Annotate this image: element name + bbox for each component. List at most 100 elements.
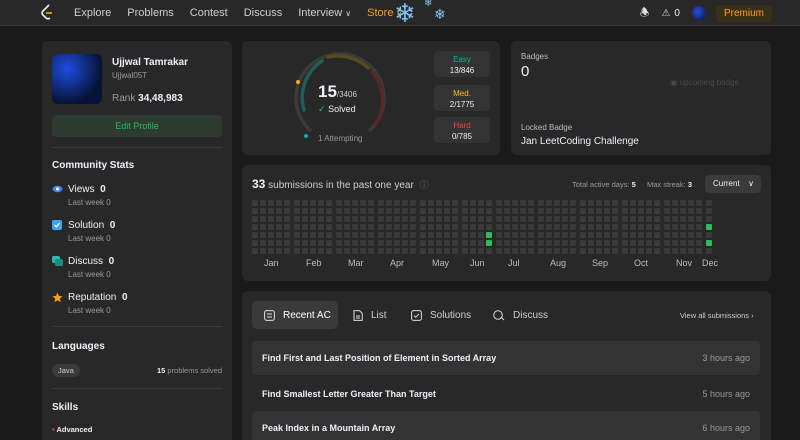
heatmap-cell[interactable] [302, 200, 308, 206]
heatmap-cell[interactable] [420, 240, 426, 246]
heatmap-cell[interactable] [622, 248, 628, 254]
heatmap-cell[interactable] [452, 200, 458, 206]
heatmap-cell[interactable] [462, 240, 468, 246]
heatmap-cell[interactable] [368, 216, 374, 222]
heatmap-cell[interactable] [368, 224, 374, 230]
heatmap-cell[interactable] [672, 224, 678, 230]
heatmap-cell[interactable] [630, 224, 636, 230]
heatmap-cell[interactable] [570, 208, 576, 214]
heatmap-cell[interactable] [284, 240, 290, 246]
heatmap-cell[interactable] [302, 208, 308, 214]
heatmap-cell[interactable] [554, 232, 560, 238]
heatmap-cell[interactable] [326, 232, 332, 238]
heatmap-cell[interactable] [546, 232, 552, 238]
heatmap-cell[interactable] [420, 208, 426, 214]
heatmap-cell[interactable] [268, 216, 274, 222]
heatmap-cell[interactable] [588, 224, 594, 230]
heatmap-cell[interactable] [318, 208, 324, 214]
language-tag[interactable]: Java [52, 364, 80, 377]
heatmap-cell[interactable] [680, 216, 686, 222]
heatmap-cell[interactable] [706, 216, 712, 222]
heatmap-cell[interactable] [310, 232, 316, 238]
heatmap-cell[interactable] [638, 216, 644, 222]
heatmap-cell[interactable] [496, 248, 502, 254]
heatmap-cell[interactable] [520, 224, 526, 230]
heatmap-cell[interactable] [588, 216, 594, 222]
heatmap-cell[interactable] [596, 200, 602, 206]
heatmap-cell[interactable] [672, 200, 678, 206]
heatmap-cell[interactable] [302, 216, 308, 222]
heatmap-cell[interactable] [310, 248, 316, 254]
heatmap-cell[interactable] [252, 224, 258, 230]
heatmap-cell[interactable] [268, 248, 274, 254]
heatmap-cell[interactable] [470, 240, 476, 246]
heatmap-cell[interactable] [680, 200, 686, 206]
heatmap-cell[interactable] [554, 200, 560, 206]
heatmap-cell[interactable] [428, 200, 434, 206]
heatmap-cell[interactable] [562, 248, 568, 254]
heatmap-cell[interactable] [504, 208, 510, 214]
heatmap-cell[interactable] [344, 232, 350, 238]
heatmap-cell[interactable] [378, 216, 384, 222]
heatmap-cell[interactable] [444, 224, 450, 230]
heatmap-cell[interactable] [512, 232, 518, 238]
heatmap-cell[interactable] [452, 208, 458, 214]
heatmap-cell[interactable] [368, 240, 374, 246]
heatmap-cell[interactable] [352, 240, 358, 246]
heatmap-cell[interactable] [444, 240, 450, 246]
heatmap-cell[interactable] [486, 248, 492, 254]
heatmap-cell[interactable] [252, 200, 258, 206]
heatmap-cell[interactable] [546, 248, 552, 254]
heatmap-cell[interactable] [680, 240, 686, 246]
heatmap-cell[interactable] [352, 216, 358, 222]
heatmap-cell[interactable] [386, 208, 392, 214]
heatmap-cell[interactable] [336, 232, 342, 238]
heatmap-cell[interactable] [410, 240, 416, 246]
heatmap-cell[interactable] [596, 224, 602, 230]
heatmap-cell[interactable] [368, 208, 374, 214]
heatmap-cell[interactable] [680, 224, 686, 230]
heatmap-cell[interactable] [402, 248, 408, 254]
heatmap-cell[interactable] [580, 248, 586, 254]
heatmap-cell[interactable] [486, 240, 492, 246]
heatmap-cell[interactable] [622, 200, 628, 206]
heatmap-cell[interactable] [260, 208, 266, 214]
heatmap-cell[interactable] [638, 240, 644, 246]
heatmap-cell[interactable] [706, 224, 712, 230]
heatmap-cell[interactable] [538, 200, 544, 206]
nav-interview[interactable]: Interview ∨ [298, 7, 351, 19]
heatmap-cell[interactable] [504, 232, 510, 238]
heatmap-cell[interactable] [284, 248, 290, 254]
heatmap-cell[interactable] [612, 232, 618, 238]
heatmap-cell[interactable] [302, 248, 308, 254]
heatmap-cell[interactable] [672, 216, 678, 222]
heatmap-cell[interactable] [562, 208, 568, 214]
heatmap-cell[interactable] [520, 248, 526, 254]
heatmap-cell[interactable] [318, 232, 324, 238]
heatmap-cell[interactable] [386, 240, 392, 246]
heatmap-cell[interactable] [706, 240, 712, 246]
heatmap-cell[interactable] [260, 216, 266, 222]
heatmap-cell[interactable] [318, 224, 324, 230]
heatmap-cell[interactable] [612, 248, 618, 254]
heatmap-cell[interactable] [310, 224, 316, 230]
heatmap-cell[interactable] [596, 232, 602, 238]
heatmap-cell[interactable] [688, 224, 694, 230]
heatmap-cell[interactable] [470, 200, 476, 206]
heatmap-cell[interactable] [336, 200, 342, 206]
heatmap-cell[interactable] [276, 216, 282, 222]
heatmap-cell[interactable] [630, 208, 636, 214]
nav-explore[interactable]: Explore [74, 7, 111, 19]
edit-profile-button[interactable]: Edit Profile [52, 115, 222, 137]
heatmap-cell[interactable] [462, 216, 468, 222]
heatmap-cell[interactable] [318, 240, 324, 246]
heatmap-cell[interactable] [294, 216, 300, 222]
heatmap-cell[interactable] [688, 232, 694, 238]
bell-icon[interactable]: 🕭 [640, 4, 650, 23]
heatmap-cell[interactable] [260, 200, 266, 206]
tab-solutions[interactable]: Solutions [411, 302, 471, 328]
heatmap-cell[interactable] [378, 248, 384, 254]
heatmap-cell[interactable] [570, 240, 576, 246]
heatmap-cell[interactable] [528, 224, 534, 230]
heatmap-cell[interactable] [696, 224, 702, 230]
